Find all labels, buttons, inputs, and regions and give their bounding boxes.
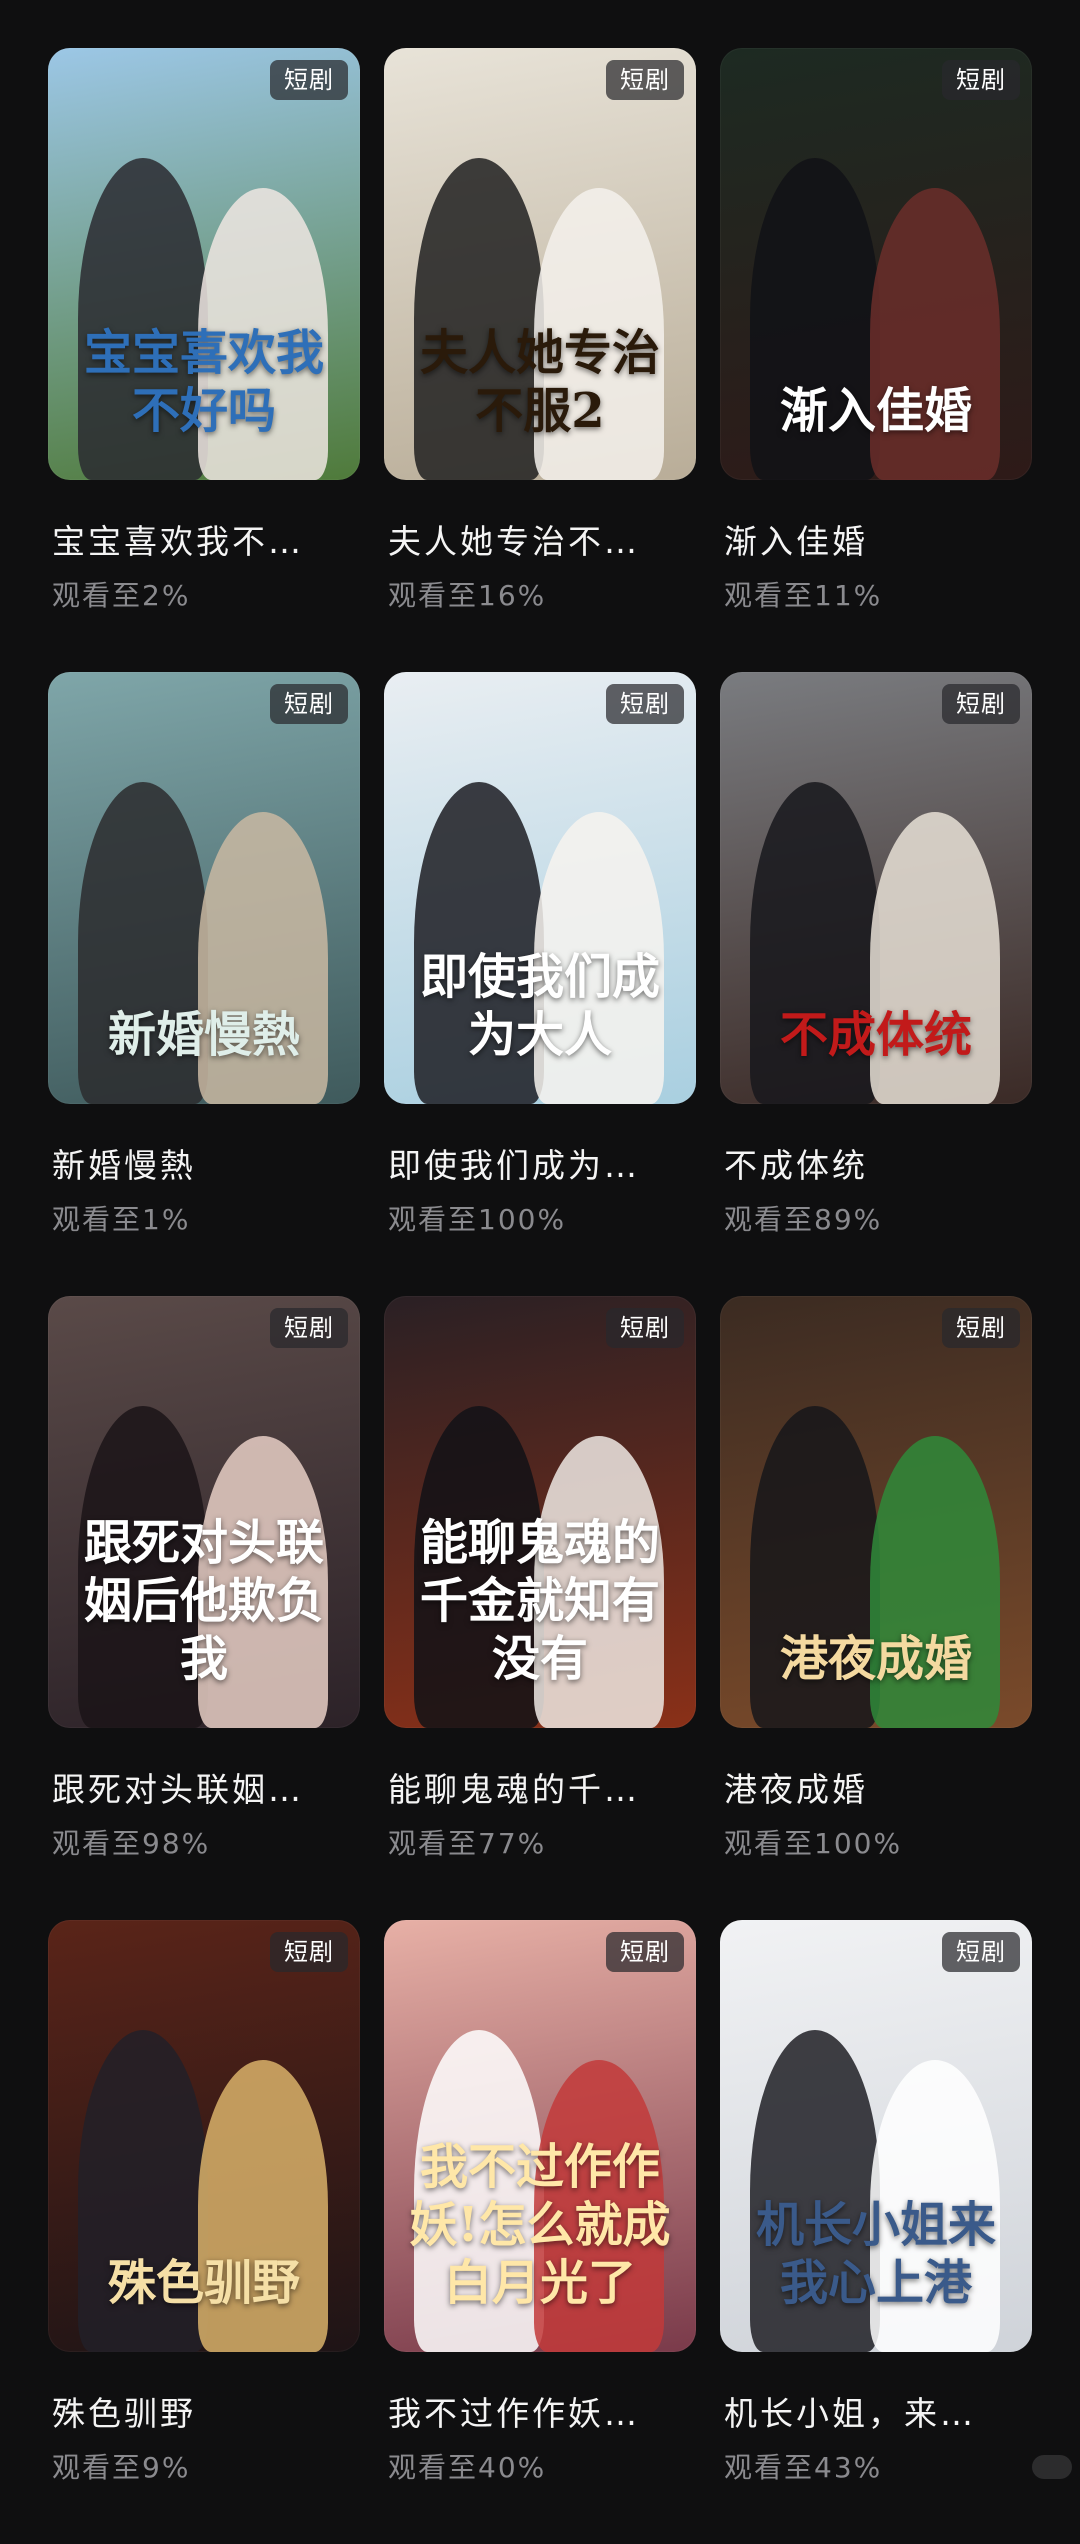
drama-title[interactable]: 不成体统 xyxy=(724,1146,1024,1186)
short-drama-badge: 短剧 xyxy=(942,684,1020,724)
drama-card[interactable]: 即使我们成为大人 短剧即使我们成为… 观看至100% xyxy=(384,672,696,1296)
drama-title[interactable]: 新婚慢熱 xyxy=(52,1146,352,1186)
drama-card[interactable]: 机长小姐来我心上港 短剧机长小姐，来… 观看至43% xyxy=(720,1920,1032,2544)
drama-card[interactable]: 不成体统 短剧不成体统观看至89% xyxy=(720,672,1032,1296)
drama-poster[interactable]: 即使我们成为大人 短剧 xyxy=(384,672,696,1104)
drama-title[interactable]: 渐入佳婚 xyxy=(724,522,1024,562)
watch-progress: 观看至100% xyxy=(724,1827,903,1860)
poster-title-art: 夫人她专治不服2 xyxy=(419,325,660,439)
drama-card[interactable]: 殊色驯野 短剧殊色驯野观看至9% xyxy=(48,1920,360,2544)
drama-poster[interactable]: 渐入佳婚 短剧 xyxy=(720,48,1032,480)
watch-progress: 观看至2% xyxy=(52,579,191,612)
drama-title[interactable]: 夫人她专治不… xyxy=(388,522,688,562)
short-drama-badge: 短剧 xyxy=(270,684,348,724)
poster-title-art: 港夜成婚 xyxy=(779,1631,972,1687)
drama-poster[interactable]: 能聊鬼魂的千金就知有没有 短剧 xyxy=(384,1296,696,1728)
drama-card[interactable]: 港夜成婚 短剧港夜成婚观看至100% xyxy=(720,1296,1032,1920)
watermark-badge xyxy=(1032,2455,1072,2479)
drama-card[interactable]: 渐入佳婚 短剧渐入佳婚观看至11% xyxy=(720,48,1032,672)
short-drama-badge: 短剧 xyxy=(942,1932,1020,1972)
drama-title[interactable]: 能聊鬼魂的千… xyxy=(388,1770,688,1810)
watch-progress: 观看至11% xyxy=(724,579,883,612)
drama-card[interactable]: 跟死对头联姻后他欺负我 短剧跟死对头联姻… 观看至98% xyxy=(48,1296,360,1920)
drama-poster[interactable]: 不成体统 短剧 xyxy=(720,672,1032,1104)
short-drama-badge: 短剧 xyxy=(942,60,1020,100)
short-drama-badge: 短剧 xyxy=(606,60,684,100)
short-drama-badge: 短剧 xyxy=(606,1932,684,1972)
poster-title-art: 殊色驯野 xyxy=(107,2255,300,2311)
short-drama-badge: 短剧 xyxy=(942,1308,1020,1348)
short-drama-badge: 短剧 xyxy=(606,684,684,724)
drama-poster[interactable]: 殊色驯野 短剧 xyxy=(48,1920,360,2352)
drama-title[interactable]: 殊色驯野 xyxy=(52,2394,352,2434)
watch-progress: 观看至1% xyxy=(52,1203,191,1236)
drama-poster[interactable]: 跟死对头联姻后他欺负我 短剧 xyxy=(48,1296,360,1728)
watch-progress: 观看至98% xyxy=(52,1827,211,1860)
poster-title-art: 我不过作作妖!怎么就成白月光了 xyxy=(409,2139,671,2311)
watch-progress: 观看至9% xyxy=(52,2451,191,2484)
short-drama-badge: 短剧 xyxy=(270,60,348,100)
poster-title-art: 不成体统 xyxy=(779,1007,972,1063)
drama-poster[interactable]: 宝宝喜欢我不好吗 短剧 xyxy=(48,48,360,480)
watch-progress: 观看至100% xyxy=(388,1203,567,1236)
poster-title-art: 机长小姐来我心上港 xyxy=(755,2197,996,2311)
short-drama-grid: 宝宝喜欢我不好吗 短剧 宝宝喜欢我不… 观看至2% 夫人她专治不服2 短剧 夫人她专治不… 观… xyxy=(48,48,1032,2544)
drama-card[interactable]: 宝宝喜欢我不好吗 短剧宝宝喜欢我不… 观看至2% xyxy=(48,48,360,672)
drama-title[interactable]: 即使我们成为… xyxy=(388,1146,688,1186)
drama-poster[interactable]: 港夜成婚 短剧 xyxy=(720,1296,1032,1728)
drama-poster[interactable]: 机长小姐来我心上港 短剧 xyxy=(720,1920,1032,2352)
poster-title-art: 跟死对头联姻后他欺负我 xyxy=(83,1515,324,1687)
drama-title[interactable]: 我不过作作妖… xyxy=(388,2394,688,2434)
drama-title[interactable]: 宝宝喜欢我不… xyxy=(52,522,352,562)
watch-progress: 观看至40% xyxy=(388,2451,547,2484)
drama-title[interactable]: 机长小姐，来… xyxy=(724,2394,1024,2434)
drama-poster[interactable]: 新婚慢熱 短剧 xyxy=(48,672,360,1104)
drama-card[interactable]: 能聊鬼魂的千金就知有没有 短剧能聊鬼魂的千… 观看至77% xyxy=(384,1296,696,1920)
drama-title[interactable]: 港夜成婚 xyxy=(724,1770,1024,1810)
drama-poster[interactable]: 夫人她专治不服2 短剧 xyxy=(384,48,696,480)
poster-title-art: 宝宝喜欢我不好吗 xyxy=(83,325,324,439)
watch-progress: 观看至77% xyxy=(388,1827,547,1860)
poster-title-art: 能聊鬼魂的千金就知有没有 xyxy=(419,1515,660,1687)
watch-progress: 观看至16% xyxy=(388,579,547,612)
watch-progress: 观看至89% xyxy=(724,1203,883,1236)
short-drama-badge: 短剧 xyxy=(270,1308,348,1348)
watch-progress: 观看至43% xyxy=(724,2451,883,2484)
drama-title[interactable]: 跟死对头联姻… xyxy=(52,1770,352,1810)
drama-card[interactable]: 新婚慢熱 短剧新婚慢熱观看至1% xyxy=(48,672,360,1296)
poster-title-art: 渐入佳婚 xyxy=(779,383,972,439)
short-drama-badge: 短剧 xyxy=(606,1308,684,1348)
poster-title-art: 新婚慢熱 xyxy=(107,1007,300,1063)
drama-card[interactable]: 我不过作作妖!怎么就成白月光了 短剧我不过作作妖… 观看至40% xyxy=(384,1920,696,2544)
poster-title-art: 即使我们成为大人 xyxy=(419,949,660,1063)
drama-card[interactable]: 夫人她专治不服2 短剧夫人她专治不… 观看至16% xyxy=(384,48,696,672)
short-drama-badge: 短剧 xyxy=(270,1932,348,1972)
drama-poster[interactable]: 我不过作作妖!怎么就成白月光了 短剧 xyxy=(384,1920,696,2352)
